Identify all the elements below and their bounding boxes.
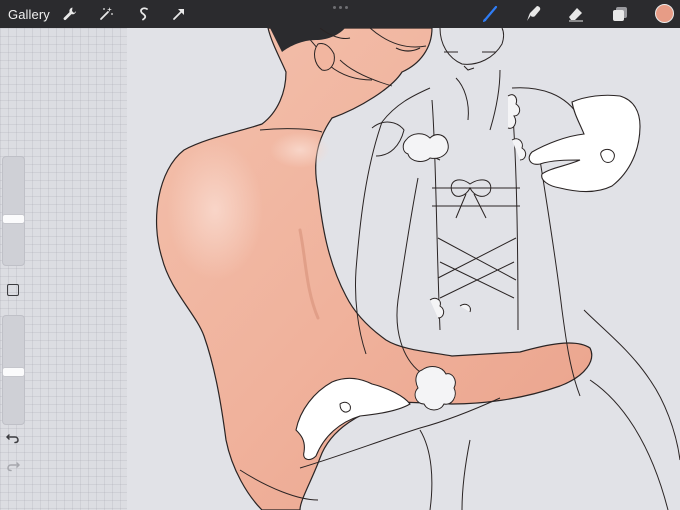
drag-handle-dots[interactable] (333, 6, 348, 9)
opacity-slider[interactable] (2, 315, 25, 425)
opacity-slider-thumb[interactable] (2, 367, 25, 377)
magic-wand-icon[interactable] (94, 3, 118, 25)
gallery-button[interactable]: Gallery (8, 3, 50, 25)
brush-size-slider-thumb[interactable] (2, 214, 25, 224)
brush-size-slider[interactable] (2, 156, 25, 266)
undo-icon[interactable] (5, 430, 20, 444)
transform-arrow-icon[interactable] (167, 3, 191, 25)
layers-icon[interactable] (608, 3, 632, 25)
smudge-icon[interactable] (522, 3, 546, 25)
eraser-icon[interactable] (564, 3, 588, 25)
left-sidebar (0, 28, 127, 510)
redo-icon[interactable] (6, 458, 21, 472)
top-toolbar: Gallery (0, 0, 680, 28)
wrench-icon[interactable] (58, 3, 82, 25)
modify-square-button[interactable] (7, 284, 19, 296)
brush-icon[interactable] (478, 3, 502, 25)
selection-icon[interactable] (132, 3, 156, 25)
color-swatch-button[interactable] (655, 4, 674, 23)
